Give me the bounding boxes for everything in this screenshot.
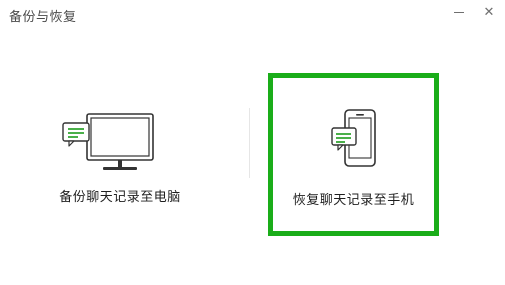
options-divider (249, 108, 250, 178)
close-icon: ✕ (483, 4, 495, 20)
close-button[interactable]: ✕ (477, 2, 501, 22)
monitor-chat-icon (62, 113, 154, 170)
phone-chat-icon (331, 109, 376, 167)
restore-to-phone-option[interactable]: 恢复聊天记录至手机 (268, 73, 439, 236)
title-bar[interactable]: 备份与恢复 ✕ (0, 0, 505, 28)
backup-to-pc-option[interactable]: 备份聊天记录至电脑 (28, 90, 212, 220)
backup-restore-window: 备份与恢复 ✕ 备份聊天记录至电脑 恢复聊天记录至手机 (0, 0, 505, 285)
minimize-icon (454, 11, 464, 13)
restore-to-phone-label: 恢复聊天记录至手机 (292, 193, 415, 208)
backup-to-pc-label: 备份聊天记录至电脑 (59, 190, 181, 205)
window-title: 备份与恢复 (9, 10, 77, 25)
minimize-button[interactable] (447, 2, 471, 22)
